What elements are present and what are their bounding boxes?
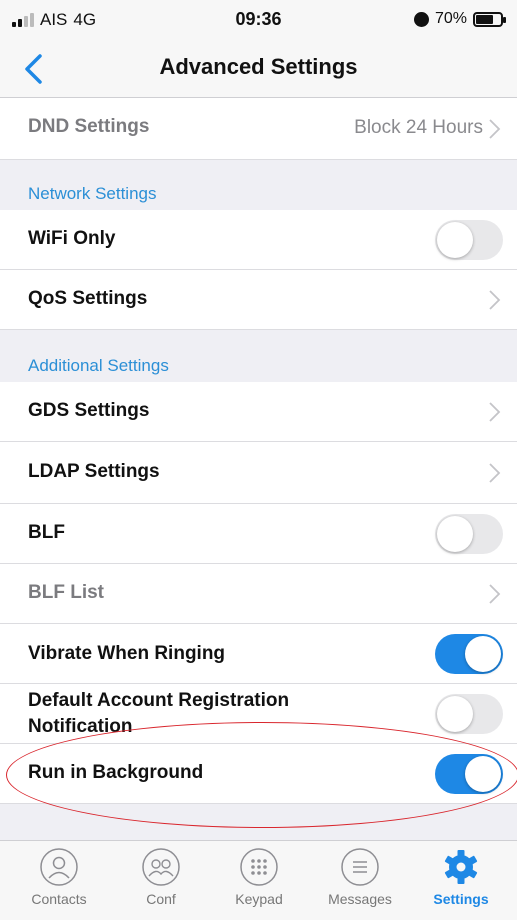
blf-list-row[interactable]: BLF List — [0, 564, 517, 624]
toggle-knob — [437, 516, 473, 552]
run-in-background-row: Run in Background — [0, 744, 517, 804]
status-right: 70% — [413, 10, 506, 28]
section-additional-label: Additional Settings — [28, 356, 169, 375]
dnd-settings-row[interactable]: DND Settings Block 24 Hours — [0, 98, 517, 160]
vibrate-when-ringing-row: Vibrate When Ringing — [0, 624, 517, 684]
chevron-right-icon — [487, 462, 501, 484]
tab-conf[interactable]: Conf — [111, 847, 211, 907]
tab-settings[interactable]: Settings — [411, 847, 511, 907]
tab-contacts-label: Contacts — [31, 891, 87, 907]
default-account-notification-row: Default Account Registration Notificatio… — [0, 684, 517, 744]
section-header-additional: Additional Settings — [0, 330, 517, 382]
blf-toggle[interactable] — [435, 514, 503, 554]
default-account-notification-label-line1: Default Account Registration — [28, 690, 290, 711]
messages-icon — [341, 848, 379, 886]
run-in-background-toggle[interactable] — [435, 754, 503, 794]
toggle-knob — [465, 756, 501, 792]
run-in-background-label: Run in Background — [28, 762, 204, 783]
tab-keypad[interactable]: Keypad — [209, 847, 309, 907]
default-account-notification-toggle[interactable] — [435, 694, 503, 734]
nav-bar: Advanced Settings — [0, 40, 517, 98]
gds-settings-row[interactable]: GDS Settings — [0, 382, 517, 442]
page-title: Advanced Settings — [159, 54, 358, 79]
tab-contacts[interactable]: Contacts — [9, 847, 109, 907]
gds-settings-label: GDS Settings — [28, 400, 150, 421]
chevron-right-icon — [487, 583, 501, 605]
wifi-only-label: WiFi Only — [28, 228, 116, 249]
dnd-settings-label: DND Settings — [28, 116, 150, 137]
blf-list-label: BLF List — [28, 582, 104, 603]
gear-icon — [444, 850, 478, 884]
chevron-right-icon — [487, 289, 501, 311]
ldap-settings-label: LDAP Settings — [28, 461, 160, 482]
blf-label: BLF — [28, 522, 65, 543]
vibrate-when-ringing-toggle[interactable] — [435, 634, 503, 674]
battery-icon — [473, 11, 506, 27]
chevron-right-icon — [487, 401, 501, 423]
tab-messages-label: Messages — [328, 891, 392, 907]
keypad-icon — [240, 848, 278, 886]
tab-settings-label: Settings — [433, 891, 489, 907]
tab-bar: Contacts Conf Keypad Messages Settings — [0, 840, 517, 920]
wifi-only-row: WiFi Only — [0, 210, 517, 270]
status-bar: AIS 4G 09:36 70% — [0, 0, 517, 40]
conference-icon — [142, 848, 180, 886]
blf-row: BLF — [0, 504, 517, 564]
chevron-right-icon — [487, 118, 501, 140]
alarm-icon — [413, 11, 429, 27]
ldap-settings-row[interactable]: LDAP Settings — [0, 442, 517, 504]
tab-messages[interactable]: Messages — [310, 847, 410, 907]
wifi-only-toggle[interactable] — [435, 220, 503, 260]
vibrate-when-ringing-label: Vibrate When Ringing — [28, 643, 226, 664]
toggle-knob — [437, 222, 473, 258]
qos-settings-label: QoS Settings — [28, 288, 148, 309]
dnd-settings-value: Block 24 Hours — [354, 117, 483, 138]
toggle-knob — [437, 696, 473, 732]
section-header-network: Network Settings — [0, 160, 517, 210]
battery-fill — [476, 14, 493, 24]
battery-percent: 70% — [434, 10, 467, 27]
default-account-notification-label-line2: Notification — [28, 716, 133, 737]
tab-keypad-label: Keypad — [235, 891, 283, 907]
tab-conf-label: Conf — [146, 891, 176, 907]
section-network-label: Network Settings — [28, 184, 157, 203]
toggle-knob — [465, 636, 501, 672]
contacts-icon — [40, 848, 78, 886]
qos-settings-row[interactable]: QoS Settings — [0, 270, 517, 330]
